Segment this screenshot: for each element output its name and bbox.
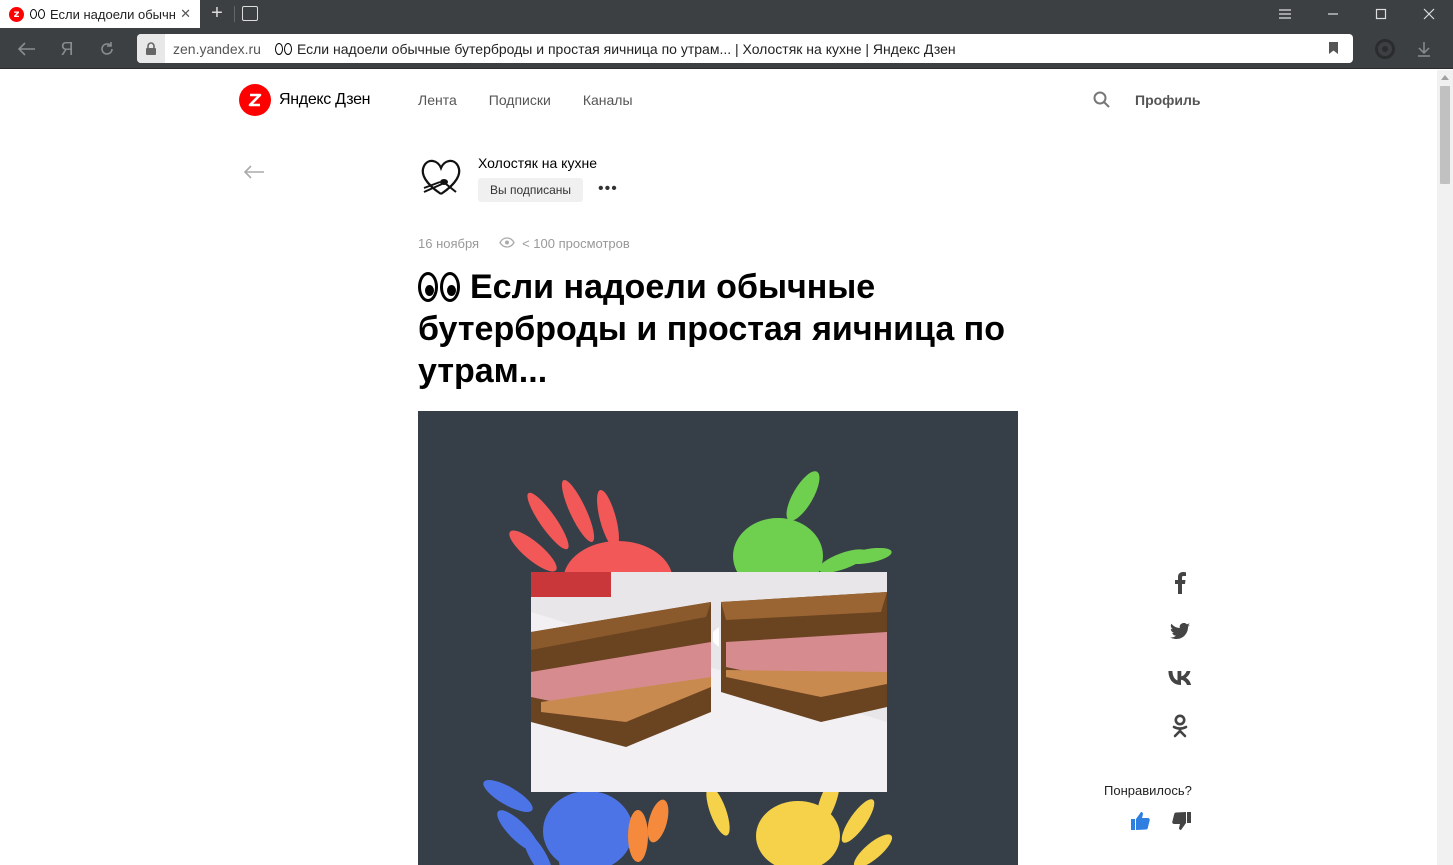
profile-link[interactable]: Профиль bbox=[1135, 92, 1201, 108]
nav-channels[interactable]: Каналы bbox=[583, 92, 633, 108]
like-thumb-up-icon[interactable] bbox=[1130, 811, 1150, 836]
maximize-icon[interactable] bbox=[1358, 0, 1404, 28]
channel-avatar[interactable] bbox=[418, 154, 464, 200]
lock-icon[interactable] bbox=[137, 34, 165, 63]
tabs-overview-icon[interactable] bbox=[242, 6, 258, 21]
tab-title: Если надоели обычные бутерброды и проста… bbox=[50, 6, 175, 22]
minimize-icon[interactable] bbox=[1310, 0, 1356, 28]
back-nav-icon[interactable] bbox=[14, 36, 40, 62]
article-views: < 100 просмотров bbox=[522, 236, 630, 251]
subscribed-button[interactable]: Вы подписаны bbox=[478, 178, 583, 202]
twitter-icon[interactable] bbox=[1166, 617, 1194, 645]
views-eye-icon bbox=[499, 236, 515, 251]
article-hero-image[interactable] bbox=[418, 411, 1018, 865]
zen-logo-icon bbox=[239, 84, 271, 116]
protect-icon[interactable] bbox=[1372, 36, 1398, 62]
close-window-icon[interactable] bbox=[1406, 0, 1452, 28]
odnoklassniki-icon[interactable] bbox=[1166, 712, 1194, 740]
zen-logo[interactable]: Яндекс Дзен bbox=[239, 84, 371, 116]
top-nav: Лента Подписки Каналы bbox=[418, 92, 633, 108]
eyes-emoji-icon bbox=[30, 9, 45, 19]
url-input[interactable]: zen.yandex.ru Если надоели обычные бутер… bbox=[137, 34, 1353, 63]
tabbar-divider bbox=[234, 6, 235, 22]
article-meta: 16 ноября < 100 просмотров bbox=[418, 236, 630, 251]
zen-logo-text: Яндекс Дзен bbox=[279, 91, 371, 108]
page-scrollbar[interactable] bbox=[1437, 70, 1453, 865]
tab-close-icon[interactable]: ✕ bbox=[180, 6, 191, 22]
eyes-emoji-icon bbox=[418, 272, 460, 302]
back-arrow-icon[interactable] bbox=[243, 164, 265, 185]
scroll-thumb[interactable] bbox=[1440, 86, 1450, 184]
url-page-title: Если надоели обычные бутерброды и проста… bbox=[296, 40, 956, 57]
url-domain: zen.yandex.ru bbox=[173, 40, 261, 57]
eyes-emoji-icon bbox=[274, 42, 292, 55]
download-icon[interactable] bbox=[1411, 36, 1437, 62]
reload-icon[interactable] bbox=[94, 36, 120, 62]
search-icon[interactable] bbox=[1093, 91, 1110, 113]
page-content: Яндекс Дзен Лента Подписки Каналы Профил… bbox=[0, 70, 1437, 865]
article-date: 16 ноября bbox=[418, 236, 480, 251]
dislike-thumb-down-icon[interactable] bbox=[1172, 811, 1192, 836]
facebook-icon[interactable] bbox=[1166, 569, 1194, 597]
yandex-button[interactable]: Я bbox=[54, 36, 80, 62]
liked-question: Понравилось? bbox=[1104, 783, 1192, 798]
browser-menu-icon[interactable] bbox=[1262, 0, 1308, 28]
scroll-up-arrow-icon[interactable] bbox=[1441, 75, 1449, 80]
bookmark-icon[interactable] bbox=[1328, 41, 1339, 60]
nav-subscriptions[interactable]: Подписки bbox=[489, 92, 551, 108]
browser-tab-active[interactable]: z Если надоели обычные бутерброды и прос… bbox=[0, 0, 200, 28]
nav-feed[interactable]: Лента bbox=[418, 92, 457, 108]
browser-tab-bar: z Если надоели обычные бутерброды и прос… bbox=[0, 0, 1453, 28]
zen-favicon-icon: z bbox=[9, 6, 24, 22]
vk-icon[interactable] bbox=[1166, 664, 1194, 692]
browser-address-bar: Я zen.yandex.ru Если надоели обычные бут… bbox=[0, 28, 1453, 69]
new-tab-button[interactable]: + bbox=[206, 2, 228, 24]
article-title: Если надоели обычные бутерброды и проста… bbox=[418, 268, 1005, 390]
channel-name[interactable]: Холостяк на кухне bbox=[478, 155, 597, 171]
sandwich-photo bbox=[531, 572, 887, 792]
more-options-icon[interactable]: ••• bbox=[598, 180, 618, 198]
